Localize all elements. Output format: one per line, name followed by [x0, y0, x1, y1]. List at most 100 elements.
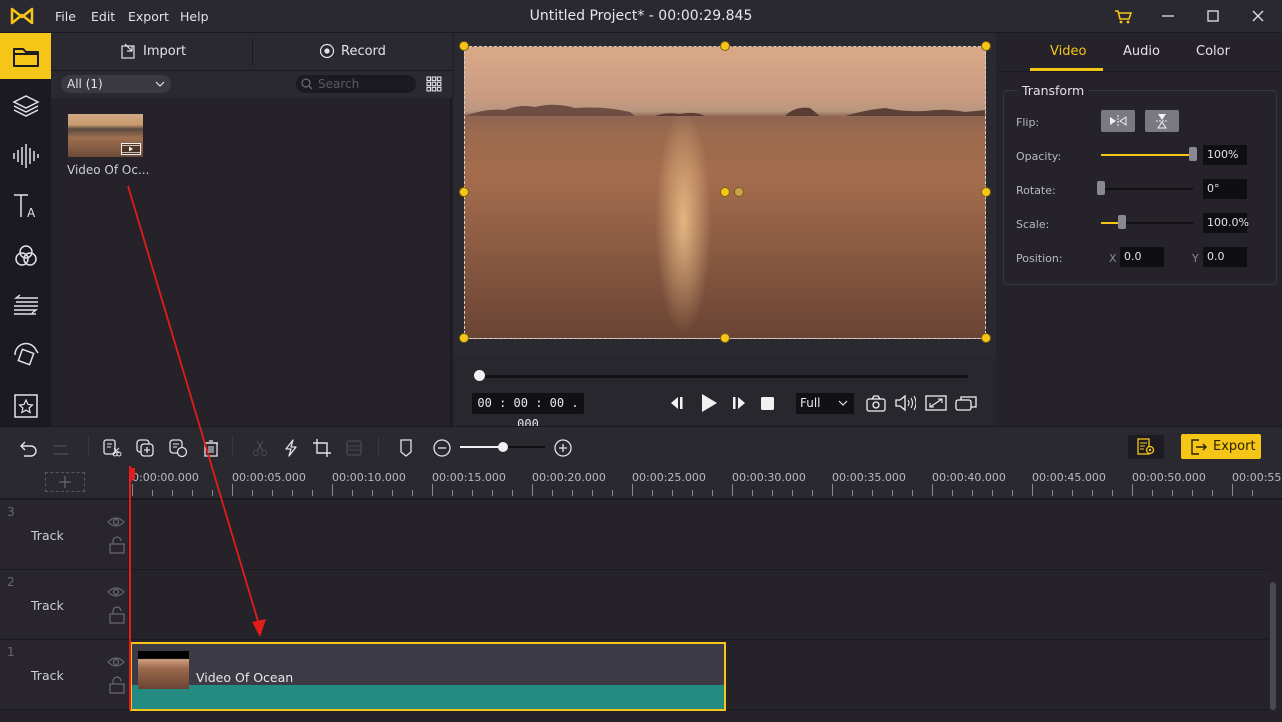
- stop-icon[interactable]: [760, 396, 775, 411]
- media-search-input[interactable]: Search: [296, 75, 416, 93]
- media-filter-select[interactable]: All (1): [61, 75, 171, 93]
- opacity-label: Opacity:: [1016, 150, 1062, 163]
- rail-audio-button[interactable]: [0, 133, 51, 179]
- export-settings-button[interactable]: [1128, 435, 1164, 459]
- snapshot-camera-icon[interactable]: [865, 393, 887, 413]
- flip-vertical-button[interactable]: [1145, 110, 1179, 132]
- playhead[interactable]: [129, 466, 131, 710]
- scale-slider-knob[interactable]: [1118, 215, 1127, 229]
- marker-icon[interactable]: [395, 437, 417, 459]
- rail-layers-button[interactable]: [0, 83, 51, 129]
- grid-view-icon[interactable]: [426, 76, 442, 92]
- play-icon[interactable]: [699, 393, 719, 413]
- transform-handle-right[interactable]: [981, 187, 991, 197]
- next-frame-icon[interactable]: [731, 395, 747, 411]
- position-y-field[interactable]: 0.0: [1203, 247, 1247, 267]
- mosaic-icon[interactable]: [343, 437, 365, 459]
- ruler-tick: [992, 490, 993, 496]
- transform-handle-bottom[interactable]: [720, 333, 730, 343]
- ruler-tick: [1032, 484, 1033, 496]
- ruler-tick: [832, 484, 833, 496]
- add-track-button[interactable]: [45, 472, 85, 492]
- preview-quality-select[interactable]: Full: [796, 393, 854, 414]
- ruler-tick: [792, 490, 793, 496]
- scale-value-field[interactable]: 100.0%: [1203, 213, 1249, 233]
- search-icon: [301, 78, 313, 90]
- tab-color[interactable]: Color: [1196, 44, 1230, 59]
- zoom-out-icon[interactable]: [431, 437, 453, 459]
- zoom-in-icon[interactable]: [552, 437, 574, 459]
- timeline-ruler[interactable]: 0:00:00.000 00:00:05.000 00:00:10.000 00:00…: [0, 466, 1282, 500]
- lock-unlocked-icon[interactable]: [109, 536, 125, 554]
- duplicate-icon[interactable]: [167, 437, 189, 459]
- seek-knob[interactable]: [474, 370, 485, 381]
- properties-panel: Video Audio Color Transform Flip: Opacit…: [998, 33, 1282, 426]
- import-button[interactable]: Import: [121, 43, 186, 59]
- speed-lightning-icon[interactable]: [280, 437, 302, 459]
- tab-video[interactable]: Video: [1050, 44, 1086, 59]
- record-button[interactable]: Record: [319, 43, 386, 59]
- tab-audio[interactable]: Audio: [1123, 44, 1160, 59]
- ruler-tick: [952, 490, 953, 496]
- close-icon[interactable]: [1247, 6, 1269, 26]
- rail-filters-button[interactable]: [0, 233, 51, 279]
- transform-handle-left[interactable]: [459, 187, 469, 197]
- lock-unlocked-icon[interactable]: [109, 606, 125, 624]
- ruler-tick-label: 00:00:25.000: [632, 471, 706, 484]
- track-lane-3[interactable]: [130, 500, 1268, 570]
- chevron-down-icon: [155, 75, 165, 93]
- transform-handle-bottom-left[interactable]: [459, 333, 469, 343]
- rail-text-button[interactable]: A: [0, 183, 51, 229]
- crop-icon[interactable]: [311, 437, 333, 459]
- cut-scissors-icon[interactable]: [249, 437, 271, 459]
- position-x-field[interactable]: 0.0: [1120, 247, 1164, 267]
- transform-handle-bottom-right[interactable]: [981, 333, 991, 343]
- rail-media-button[interactable]: [0, 33, 51, 79]
- rotate-handle[interactable]: [734, 187, 744, 197]
- rotate-slider-knob[interactable]: [1097, 181, 1105, 195]
- prev-frame-icon[interactable]: [669, 395, 685, 411]
- transform-handle-top-right[interactable]: [981, 41, 991, 51]
- redo-icon[interactable]: [51, 437, 73, 459]
- seek-bar[interactable]: [478, 375, 968, 378]
- transform-handle-top-left[interactable]: [459, 41, 469, 51]
- export-button[interactable]: Export: [1181, 434, 1261, 459]
- rotate-slider[interactable]: [1101, 188, 1193, 190]
- eye-visibility-icon[interactable]: [107, 656, 125, 668]
- fullscreen-icon[interactable]: [925, 393, 947, 413]
- track-lane-2[interactable]: [130, 570, 1268, 640]
- ruler-tick-label: 0:00:00.000: [132, 471, 199, 484]
- rail-motion-button[interactable]: [0, 333, 51, 379]
- minimize-icon[interactable]: [1157, 6, 1179, 26]
- timeline-vertical-scrollbar[interactable]: [1270, 582, 1276, 710]
- volume-icon[interactable]: [894, 393, 916, 413]
- ruler-tick: [932, 484, 933, 496]
- cart-icon[interactable]: [1112, 6, 1134, 26]
- undo-icon[interactable]: [18, 437, 40, 459]
- opacity-slider-knob[interactable]: [1189, 147, 1197, 161]
- track-number: 1: [7, 645, 15, 659]
- position-y-label: Y: [1192, 252, 1199, 265]
- media-item-thumbnail[interactable]: [68, 114, 143, 157]
- ruler-tick: [532, 484, 533, 496]
- eye-visibility-icon[interactable]: [107, 516, 125, 528]
- rail-transitions-button[interactable]: [0, 283, 51, 329]
- rail-elements-button[interactable]: [0, 383, 51, 429]
- flip-horizontal-button[interactable]: [1101, 110, 1135, 132]
- divider: [232, 437, 233, 457]
- transform-handle-center[interactable]: [720, 187, 730, 197]
- lock-unlocked-icon[interactable]: [109, 676, 125, 694]
- ruler-tick: [352, 490, 353, 496]
- delete-trash-icon[interactable]: [200, 437, 222, 459]
- timeline-clip[interactable]: Video Of Ocean: [130, 642, 726, 711]
- export-icon: [1189, 438, 1207, 456]
- transform-handle-top[interactable]: [720, 41, 730, 51]
- eye-visibility-icon[interactable]: [107, 586, 125, 598]
- popout-window-icon[interactable]: [955, 393, 977, 413]
- add-clip-icon[interactable]: [134, 437, 156, 459]
- timeline-zoom-knob[interactable]: [497, 442, 508, 452]
- opacity-value-field[interactable]: 100%: [1203, 145, 1247, 165]
- split-delete-icon[interactable]: [101, 437, 123, 459]
- rotate-value-field[interactable]: 0°: [1203, 179, 1247, 199]
- maximize-icon[interactable]: [1202, 6, 1224, 26]
